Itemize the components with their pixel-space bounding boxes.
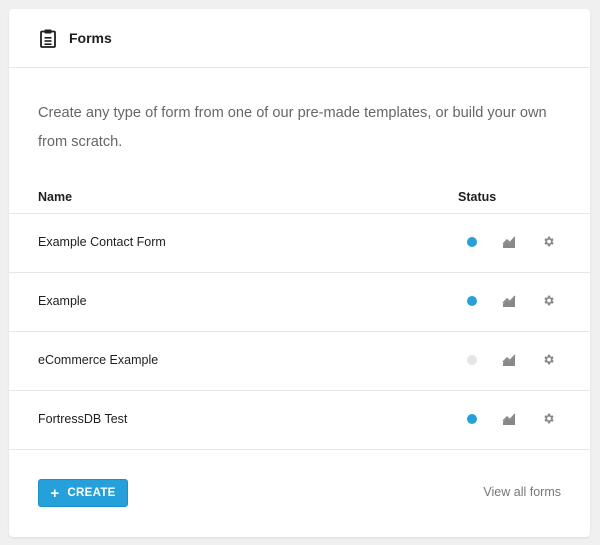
status-dot xyxy=(467,296,477,306)
status-dot xyxy=(467,355,477,365)
gear-icon[interactable] xyxy=(542,412,555,425)
stats-icon[interactable] xyxy=(502,235,516,249)
column-status: Status xyxy=(458,190,497,204)
gear-icon[interactable] xyxy=(542,235,555,248)
clipboard-icon xyxy=(38,28,58,48)
table-row[interactable]: Example xyxy=(9,273,590,332)
form-name[interactable]: Example xyxy=(38,294,87,308)
table-row[interactable]: FortressDB Test xyxy=(9,391,590,450)
widget-header: Forms xyxy=(9,9,590,68)
table-row[interactable]: Example Contact Form xyxy=(9,214,590,273)
column-name: Name xyxy=(38,190,73,204)
create-button-label: CREATE xyxy=(67,487,116,499)
stats-icon[interactable] xyxy=(502,412,516,426)
widget-footer: + CREATE View all forms xyxy=(9,450,590,537)
stats-icon[interactable] xyxy=(502,353,516,367)
view-all-forms-link[interactable]: View all forms xyxy=(483,485,561,499)
plus-icon: + xyxy=(50,484,60,502)
status-dot xyxy=(467,237,477,247)
form-name[interactable]: Example Contact Form xyxy=(38,235,166,249)
forms-list: Example Contact Form Example eCommerce E… xyxy=(9,214,590,450)
gear-icon[interactable] xyxy=(542,353,555,366)
gear-icon[interactable] xyxy=(542,294,555,307)
create-button[interactable]: + CREATE xyxy=(38,479,128,507)
status-dot xyxy=(467,414,477,424)
table-header: Name Status xyxy=(9,182,590,214)
widget-title: Forms xyxy=(69,30,112,46)
form-name[interactable]: FortressDB Test xyxy=(38,412,127,426)
form-name[interactable]: eCommerce Example xyxy=(38,353,158,367)
table-row[interactable]: eCommerce Example xyxy=(9,332,590,391)
stats-icon[interactable] xyxy=(502,294,516,308)
forms-widget: Forms Create any type of form from one o… xyxy=(9,9,590,537)
